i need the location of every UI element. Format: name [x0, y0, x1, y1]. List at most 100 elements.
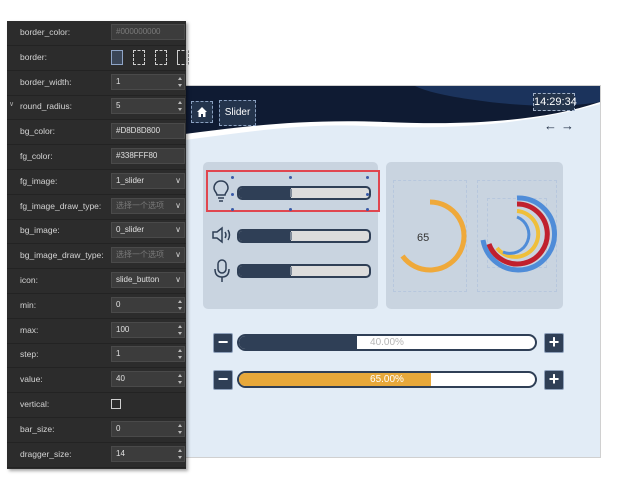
border-option-icon[interactable]	[155, 49, 167, 65]
page-title-button[interactable]: Slider	[219, 100, 256, 126]
arrow-right-icon[interactable]: →	[561, 118, 574, 133]
property-input[interactable]: #000000000	[111, 24, 185, 40]
property-label: border_color:	[20, 27, 71, 37]
microphone-slider[interactable]	[237, 264, 371, 278]
property-select[interactable]: 选择一个选项 ∨	[111, 247, 185, 264]
resize-handle[interactable]	[231, 176, 234, 179]
property-row: dragger_size: 14	[7, 443, 186, 468]
property-input[interactable]: 14	[111, 445, 185, 462]
clock-label: 14:29:34	[533, 93, 577, 111]
chevron-down-icon: ∨	[175, 200, 181, 210]
resize-handle[interactable]	[366, 193, 369, 196]
increase-button[interactable]: +	[544, 370, 564, 390]
property-label: round_radius:	[20, 101, 72, 112]
property-value: 14	[116, 448, 125, 458]
speaker-icon	[212, 226, 231, 244]
property-row: ∨ round_radius: 5	[7, 95, 186, 121]
property-row: border_color: #000000000	[7, 21, 186, 46]
property-value: #D8D8D800	[116, 126, 161, 136]
property-select[interactable]: 选择一个选项 ∨	[111, 197, 185, 214]
gauge-value: 65	[417, 232, 430, 244]
property-value: #000000000	[116, 27, 161, 36]
property-label: vertical:	[20, 399, 50, 409]
border-option-icon[interactable]	[111, 49, 123, 65]
slider-fill	[239, 231, 291, 241]
progress-bar: 40.00%	[237, 334, 537, 351]
spinner-arrows-icon[interactable]	[178, 423, 182, 435]
property-input[interactable]: #338FFF80	[111, 148, 185, 164]
property-row: bg_image_draw_type: 选择一个选项 ∨	[7, 244, 186, 270]
slider-dragger[interactable]	[290, 267, 292, 275]
property-value: 选择一个选项	[116, 200, 164, 210]
property-input[interactable]: 0	[111, 420, 185, 437]
property-select[interactable]: 0_slider ∨	[111, 222, 185, 239]
property-label: border:	[20, 51, 47, 62]
device-screen: Slider 14:29:34 ← → 65 − 40.00% + − 65.0…	[184, 85, 601, 458]
property-panel: border_color: #000000000 border: border_wid…	[7, 21, 189, 469]
property-label: min:	[20, 299, 37, 310]
increase-button[interactable]: +	[544, 333, 564, 353]
spinner-arrows-icon[interactable]	[178, 448, 182, 460]
property-input[interactable]: 100	[111, 321, 185, 338]
border-option-icon[interactable]	[133, 49, 145, 65]
arrow-left-icon[interactable]: ←	[544, 118, 557, 133]
volume-slider[interactable]	[237, 229, 371, 243]
resize-handle[interactable]	[231, 208, 234, 211]
property-select[interactable]: slide_button ∨	[111, 272, 185, 288]
decrease-button[interactable]: −	[213, 370, 233, 390]
chevron-down-icon: ∨	[175, 175, 181, 185]
decrease-button[interactable]: −	[213, 333, 233, 353]
spinner-arrows-icon[interactable]	[178, 324, 182, 336]
resize-handle[interactable]	[366, 208, 369, 211]
progress-label: 65.00%	[370, 374, 404, 385]
chevron-down-icon: ∨	[175, 225, 181, 235]
property-value: 1	[116, 349, 121, 359]
resize-handle[interactable]	[366, 176, 369, 179]
property-row: border:	[7, 46, 189, 71]
property-input[interactable]: 1	[111, 73, 185, 90]
slider-dragger[interactable]	[290, 232, 292, 240]
chevron-down-icon: ∨	[175, 275, 181, 284]
property-value: 0	[116, 299, 121, 309]
border-option-icon[interactable]	[177, 49, 189, 65]
property-select[interactable]: 1_slider ∨	[111, 172, 185, 189]
resize-handle[interactable]	[289, 176, 292, 179]
property-label: bar_size:	[20, 423, 55, 434]
spinner-arrows-icon[interactable]	[178, 348, 182, 360]
property-value: 1	[116, 76, 121, 86]
property-label: bg_image_draw_type:	[20, 250, 104, 261]
property-label: dragger_size:	[20, 448, 72, 459]
property-value: 选择一个选项	[116, 250, 164, 260]
property-value: 1_slider	[116, 175, 145, 185]
property-value: 0	[116, 423, 121, 433]
property-label: step:	[20, 349, 39, 360]
spinner-arrows-icon[interactable]	[178, 299, 182, 311]
property-row: bar_size: 0	[7, 418, 186, 443]
spinner-arrows-icon[interactable]	[178, 373, 182, 385]
property-input[interactable]: #D8D8D800	[111, 123, 185, 140]
spinner-arrows-icon[interactable]	[178, 76, 182, 88]
vertical-checkbox[interactable]	[111, 399, 121, 409]
property-value: slide_button	[116, 275, 160, 284]
property-row: border_width: 1	[7, 71, 186, 96]
property-input[interactable]: 0	[111, 296, 185, 313]
property-value: 40	[116, 374, 125, 384]
resize-handle[interactable]	[289, 208, 292, 211]
progress-bar: 65.00%	[237, 371, 537, 388]
property-label: fg_image:	[20, 175, 58, 186]
property-input[interactable]: 40	[111, 371, 185, 388]
property-input[interactable]: 5	[111, 98, 185, 115]
microphone-icon	[214, 259, 230, 282]
slider-fill	[239, 266, 291, 276]
property-input[interactable]: 1	[111, 346, 185, 363]
resize-handle[interactable]	[231, 193, 234, 196]
home-button[interactable]	[191, 101, 213, 123]
property-value: 0_slider	[116, 225, 145, 235]
property-row: vertical:	[7, 393, 186, 418]
property-row: bg_color: #D8D8D800	[7, 120, 186, 146]
spinner-arrows-icon[interactable]	[178, 100, 182, 112]
collapse-chevron-icon[interactable]: ∨	[9, 100, 14, 108]
property-row: step: 1	[7, 343, 186, 369]
chevron-down-icon: ∨	[175, 250, 181, 260]
property-row: value: 40	[7, 368, 186, 394]
